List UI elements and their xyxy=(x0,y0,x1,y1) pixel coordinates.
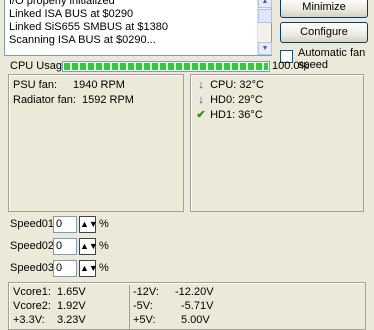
temp-row-hd0: ↓ HD0: 29°C xyxy=(195,94,263,107)
progress-segment xyxy=(208,63,214,70)
log-line: Linked ISA BUS at $0290 xyxy=(9,8,134,20)
speed02-unit: % xyxy=(99,240,109,252)
progress-segment xyxy=(216,63,222,70)
temp-text: CPU: 32°C xyxy=(210,79,264,91)
cpu-usage-label: CPU Usage xyxy=(10,60,69,72)
fan-label-psu: PSU fan: xyxy=(13,79,58,91)
progress-segment xyxy=(184,63,190,70)
arrow-down-icon: ↓ xyxy=(198,79,204,91)
progress-segment xyxy=(264,63,268,70)
volt-label: -5V: xyxy=(133,300,153,312)
volt-label: Vcore2: xyxy=(13,300,51,312)
progress-segment xyxy=(200,63,206,70)
speed02-spinner[interactable]: ▲▼ xyxy=(79,238,98,255)
volt-value: 5.00V xyxy=(181,314,210,326)
volt-label: -12V: xyxy=(133,286,159,298)
voltage-divider xyxy=(129,285,130,329)
progress-segment xyxy=(88,63,94,70)
log-scrollbar[interactable]: ▲ ▼ xyxy=(257,0,272,55)
speed01-spinner[interactable]: ▲▼ xyxy=(79,216,98,233)
progress-segment xyxy=(232,63,238,70)
minimize-button[interactable]: Minimize xyxy=(280,0,368,18)
log-line: Linked SiS655 SMBUS at $1380 xyxy=(9,21,168,33)
speed03-input[interactable]: 0 xyxy=(53,260,77,277)
volt-label: +3.3V: xyxy=(13,314,45,326)
volt-value: 1.92V xyxy=(57,300,86,312)
speed03-unit: % xyxy=(99,262,109,274)
progress-segment xyxy=(240,63,246,70)
temp-row-cpu: ↓ CPU: 32°C xyxy=(195,79,264,92)
volt-label: +5V: xyxy=(133,314,156,326)
cpu-usage-progress-bar xyxy=(62,61,270,72)
cpu-usage-fill xyxy=(64,63,268,70)
progress-segment xyxy=(168,63,174,70)
volt-value: -5.71V xyxy=(181,300,214,312)
fan-value-radiator: 1592 RPM xyxy=(82,94,134,106)
speed03-spinner[interactable]: ▲▼ xyxy=(79,260,98,277)
volt-value: 1.65V xyxy=(57,286,86,298)
progress-segment xyxy=(192,63,198,70)
volt-label: Vcore1: xyxy=(13,286,51,298)
progress-segment xyxy=(176,63,182,70)
fan-label-radiator: Radiator fan: xyxy=(13,94,76,106)
speed01-unit: % xyxy=(99,218,109,230)
scroll-up-icon[interactable]: ▲ xyxy=(258,0,272,8)
temperature-panel: ↓ CPU: 32°C ↓ HD0: 29°C ✔ HD1: 36°C xyxy=(190,74,364,212)
temp-row-hd1: ✔ HD1: 36°C xyxy=(195,109,263,122)
arrow-down-icon: ↓ xyxy=(198,94,204,106)
voltage-panel: Vcore1: 1.65V Vcore2: 1.92V +3.3V: 3.23V… xyxy=(8,282,366,330)
progress-segment xyxy=(128,63,134,70)
progress-segment xyxy=(248,63,254,70)
progress-segment xyxy=(72,63,78,70)
speed03-label: Speed03: xyxy=(10,262,58,274)
progress-segment xyxy=(160,63,166,70)
temp-text: HD1: 36°C xyxy=(210,109,263,121)
cpu-usage-percent: 100.0% xyxy=(272,60,310,72)
volt-value: -12.20V xyxy=(175,286,214,298)
progress-segment xyxy=(120,63,126,70)
fan-speed-panel: PSU fan: 1940 RPM Radiator fan: 1592 RPM xyxy=(8,74,184,212)
scroll-down-icon[interactable]: ▼ xyxy=(258,42,272,55)
temp-text: HD0: 29°C xyxy=(210,94,263,106)
status-log-listbox[interactable]: I/O properly initialized Linked ISA BUS … xyxy=(4,0,272,56)
progress-segment xyxy=(96,63,102,70)
progress-segment xyxy=(256,63,262,70)
progress-segment xyxy=(64,63,70,70)
progress-segment xyxy=(104,63,110,70)
speed02-label: Speed02: xyxy=(10,240,58,252)
checkmark-icon: ✔ xyxy=(196,109,206,121)
progress-segment xyxy=(80,63,86,70)
progress-segment xyxy=(136,63,142,70)
configure-button[interactable]: Configure xyxy=(280,22,368,43)
fan-value-psu: 1940 RPM xyxy=(73,79,125,91)
progress-segment xyxy=(152,63,158,70)
progress-segment xyxy=(224,63,230,70)
log-line: I/O properly initialized xyxy=(9,0,115,7)
progress-segment xyxy=(144,63,150,70)
speed01-label: Speed01: xyxy=(10,218,58,230)
speed01-input[interactable]: 0 xyxy=(53,216,77,233)
log-line: Scanning ISA BUS at $0290... xyxy=(9,34,156,46)
speed02-input[interactable]: 0 xyxy=(53,238,77,255)
scroll-thumb[interactable] xyxy=(258,9,272,23)
progress-segment xyxy=(112,63,118,70)
volt-value: 3.23V xyxy=(57,314,86,326)
